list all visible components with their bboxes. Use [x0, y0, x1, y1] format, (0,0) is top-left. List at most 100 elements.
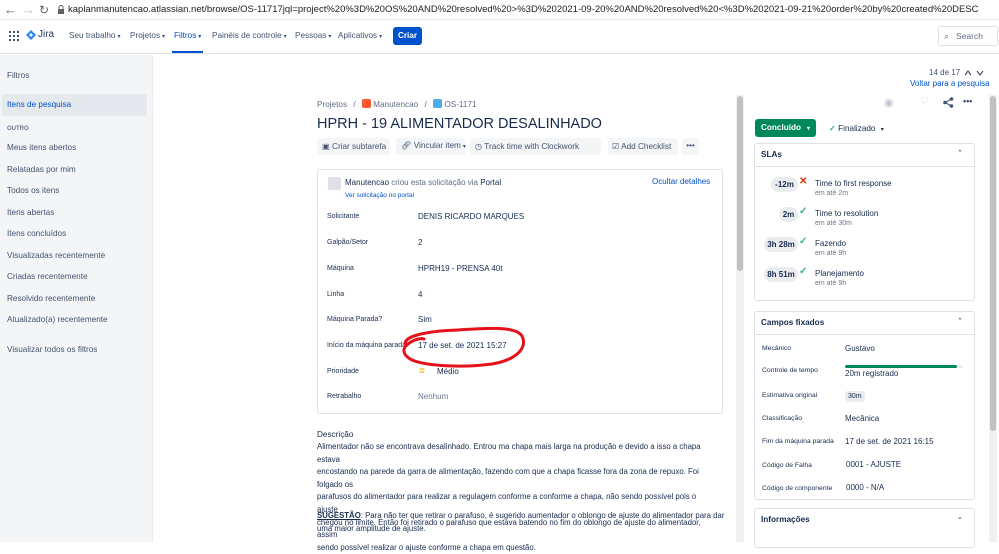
nav-active-indicator [172, 51, 203, 53]
sidebar-section-label: OUTRO [7, 126, 29, 132]
checklist-icon: ☑ [612, 142, 620, 151]
like-icon[interactable]: ♡ [920, 96, 929, 107]
search-input[interactable]: ⌕ Search [938, 26, 998, 46]
description-body[interactable]: Alimentador não se encontrava desalinhad… [317, 441, 717, 554]
add-checklist-button[interactable]: ☑ Add Checklist [608, 138, 678, 155]
end-time-value[interactable]: 17 de set. de 2021 16:15 [845, 437, 934, 446]
fixed-fields-header[interactable]: Campos fixados ⌃ [754, 311, 975, 335]
search-icon: ⌕ [944, 31, 950, 41]
status-button[interactable]: Concluído ▾ [755, 119, 816, 137]
field-value[interactable]: DENIS RICARDO MARQUES [418, 212, 524, 221]
time-tracking-bar[interactable] [845, 365, 963, 368]
classification-value[interactable]: Mecânica [845, 414, 879, 423]
share-icon[interactable] [943, 97, 954, 108]
resolution-dropdown[interactable]: ✓ Finalizado ▾ [829, 123, 884, 133]
field-label: Prioridade [327, 368, 359, 375]
sidebar-item[interactable]: Todos os itens [7, 186, 59, 195]
create-button[interactable]: Criar [393, 27, 422, 45]
nav-seu-trabalho[interactable]: Seu trabalho ▾ [69, 31, 120, 40]
jira-logo-text[interactable]: Jira [38, 29, 54, 40]
sla-header[interactable]: SLAs ⌃ [754, 143, 975, 167]
breadcrumb: Projetos / Manutencao / OS-1171 [317, 99, 477, 109]
sidebar-item-itens-de-pesquisa[interactable]: Itens de pesquisa [7, 100, 71, 109]
chevron-up-icon[interactable] [964, 70, 972, 76]
clock-icon: ◷ [475, 142, 483, 151]
sla-title: SLAs [761, 150, 782, 159]
breadcrumb-project[interactable]: Manutencao [373, 100, 418, 109]
issue-title[interactable]: HPRH - 19 ALIMENTADOR DESALINHADO [317, 116, 602, 132]
annotation-circle [402, 326, 525, 368]
mechanic-value[interactable]: Gustavo [845, 344, 875, 353]
description-heading: Descrição [317, 430, 354, 439]
nav-filtros[interactable]: Filtros ▾ [174, 31, 201, 40]
fixed-fields-title: Campos fixados [761, 318, 825, 327]
more-actions-button[interactable]: ••• [682, 138, 699, 155]
sla-target: em até 9h [815, 280, 847, 287]
main-scrollbar-thumb[interactable] [737, 96, 743, 271]
nav-pessoas[interactable]: Pessoas ▾ [295, 31, 331, 40]
chevron-down-icon[interactable] [976, 70, 984, 76]
sidebar-item[interactable]: Criadas recentemente [7, 272, 88, 281]
field-label: Galpão/Setor [327, 239, 369, 246]
fault-code-value[interactable]: 0001 - AJUSTE [846, 460, 901, 469]
nav-aplicativos[interactable]: Aplicativos ▾ [338, 31, 382, 40]
sidebar-item[interactable]: Atualizado(a) recentemente [7, 315, 108, 324]
breadcrumb-issue-key[interactable]: OS-1171 [444, 100, 476, 109]
field-label: Início da máquina parada. [327, 342, 408, 349]
sla-name: Fazendo [815, 239, 847, 248]
url-bar[interactable]: kaplanmanutencao.atlassian.net/browse/OS… [68, 4, 979, 15]
nav-paineis[interactable]: Painéis de controle ▾ [212, 31, 287, 40]
field-label: Controle de tempo [762, 367, 818, 374]
field-label: Estimativa original [762, 392, 818, 399]
check-icon: ✓ [829, 124, 836, 133]
subtask-icon: ▣ [322, 142, 330, 151]
description-suggestion[interactable]: SUGESTÃO: Para não ter que retirar o par… [317, 510, 724, 535]
view-in-portal-link[interactable]: Ver solicitação no portal [345, 192, 414, 199]
sla-target: em até 2m [815, 190, 849, 197]
sidebar-item[interactable]: Meus itens abertos [7, 143, 76, 152]
sidebar-view-all-filters[interactable]: Visualizar todos os filtros [7, 345, 97, 354]
request-creator-line: Manutencao criou esta solicitação via Po… [345, 178, 502, 187]
field-label: Retrabalho [327, 393, 362, 400]
sidebar-item[interactable]: Visualizadas recentemente [7, 251, 105, 260]
sidebar-item[interactable]: Itens concluídos [7, 229, 66, 238]
sla-time-pill: 8h 51m [764, 267, 798, 282]
back-icon[interactable]: ← [4, 2, 17, 18]
watch-icon[interactable]: ◉ [884, 96, 894, 109]
app-switcher-icon[interactable] [9, 31, 19, 41]
breadcrumb-projects[interactable]: Projetos [317, 100, 347, 109]
issue-type-icon [433, 99, 443, 108]
right-scrollbar-thumb[interactable] [990, 96, 996, 431]
sidebar-item[interactable]: Relatadas por mim [7, 165, 76, 174]
hide-details-link[interactable]: Ocultar detalhes [652, 177, 710, 186]
browser-bar: ← → ↻ kaplanmanutencao.atlassian.net/bro… [0, 0, 999, 20]
more-icon[interactable]: ••• [963, 96, 972, 106]
sidebar-item[interactable]: Resolvido recentemente [7, 294, 95, 303]
jira-logo-icon[interactable] [26, 30, 36, 42]
info-header[interactable]: Informações ⌄ [754, 508, 975, 532]
field-value[interactable]: 4 [418, 290, 422, 299]
component-code-value[interactable]: 0000 - N/A [846, 483, 884, 492]
field-value[interactable]: Nenhum [418, 392, 448, 401]
create-subtask-button[interactable]: ▣ Criar subtarefa [317, 138, 390, 155]
nav-projetos[interactable]: Projetos ▾ [130, 31, 165, 40]
chevron-up-icon: ⌃ [957, 150, 963, 157]
check-icon: ✓ [799, 236, 808, 247]
breached-x-icon: ✕ [799, 176, 808, 187]
sla-name: Time to first response [815, 179, 892, 188]
field-label: Linha [327, 291, 345, 298]
info-title: Informações [761, 515, 810, 524]
link-issue-button[interactable]: 🔗︎ Vincular item ▾ [396, 138, 466, 155]
sidebar-item[interactable]: Itens abertas [7, 208, 54, 217]
forward-icon[interactable]: → [22, 2, 35, 18]
back-to-search-link[interactable]: Voltar para a pesquisa [910, 79, 990, 88]
clockwork-button[interactable]: ◷ Track time with Clockwork [470, 138, 601, 155]
pager-position: 14 de 17 [929, 68, 961, 77]
estimate-badge: 30m [845, 391, 865, 402]
field-label: Fim da máquina parada [762, 438, 834, 445]
field-value[interactable]: 2 [418, 238, 422, 247]
field-value[interactable]: HPRH19 - PRENSA 40t [418, 264, 502, 273]
reload-icon[interactable]: ↻ [39, 2, 49, 18]
avatar [328, 177, 341, 190]
chevron-up-icon: ⌃ [957, 318, 963, 325]
